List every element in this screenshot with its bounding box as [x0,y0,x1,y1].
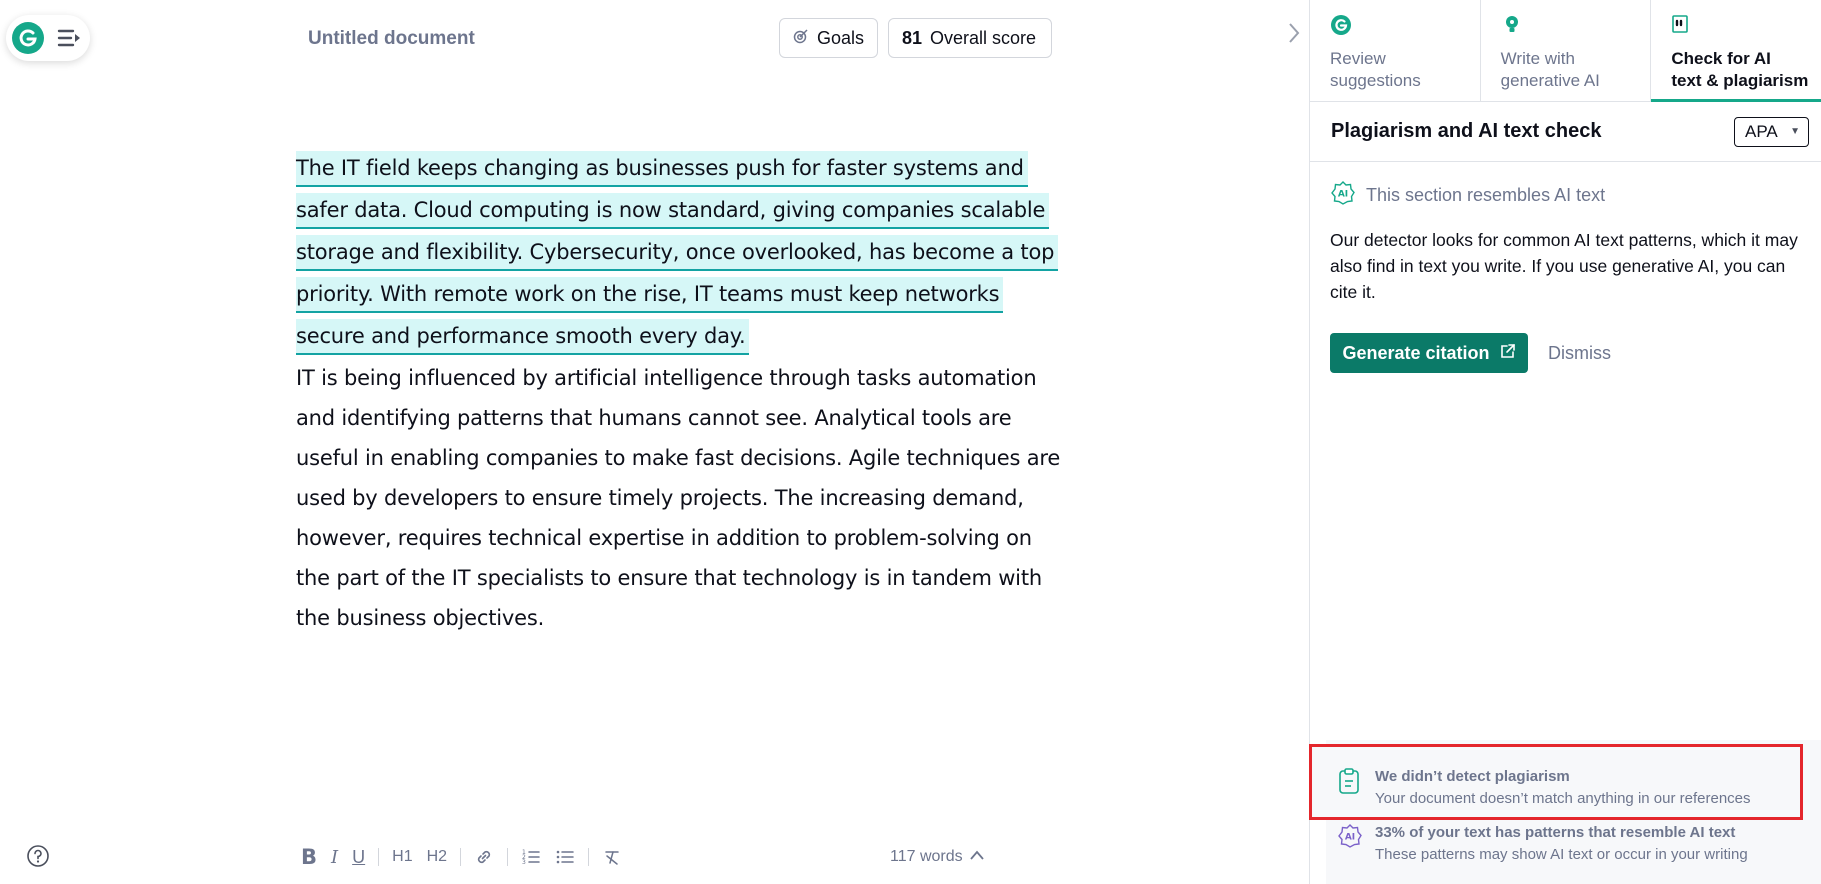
tab-label-line1: Write with [1500,49,1575,68]
ai-result-subtitle: These patterns may show AI text or occur… [1375,846,1748,863]
svg-text:AI: AI [1338,190,1348,200]
generate-citation-label: Generate citation [1342,342,1490,363]
heading2-button[interactable]: H2 [420,844,454,870]
external-link-icon [1500,343,1516,364]
paragraph-line: however, requires technical expertise in… [296,526,1032,550]
tab-label-line1: Review [1330,49,1386,68]
underline-button[interactable]: U [345,844,372,870]
goals-button[interactable]: Goals [779,18,878,58]
svg-text:AI: AI [1345,833,1355,843]
highlighted-line: safer data. Cloud computing is now stand… [296,193,1050,229]
ai-score-icon: AI [1337,823,1363,849]
paragraph-line: the business objectives. [296,606,545,630]
paragraph-line: and identifying patterns that humans can… [296,406,1012,430]
toolbar-divider [588,848,590,866]
goals-label: Goals [817,27,865,48]
toolbar-divider [460,848,462,866]
paragraph-line: used by developers to ensure timely proj… [296,486,1024,510]
citation-style-select[interactable]: APA ▼ [1734,116,1809,147]
highlighted-paragraph[interactable]: The IT field keeps changing as businesse… [296,148,1059,358]
score-label: Overall score [930,27,1037,48]
toolbar-divider [507,848,509,866]
bold-button[interactable]: B [294,844,324,870]
lightbulb-icon [1501,14,1651,36]
app-logo-pill[interactable] [6,15,90,61]
highlighted-line: storage and flexibility. Cybersecurity, … [296,235,1059,271]
tab-check-ai-plagiarism[interactable]: Check for AI text & plagiarism [1651,0,1821,102]
paragraph-line: the part of the IT specialists to ensure… [296,566,1042,590]
score-value: 81 [902,27,923,48]
tab-write-with-ai[interactable]: Write with generative AI [1481,0,1652,101]
ai-badge-icon: AI [1330,180,1356,211]
italic-button[interactable]: I [324,844,345,870]
highlighted-line: The IT field keeps changing as businesse… [296,151,1028,187]
panel-header: Plagiarism and AI text check APA ▼ [1310,102,1821,162]
ai-result-title: 33% of your text has patterns that resem… [1375,824,1736,841]
bullet-list-icon[interactable] [548,844,582,870]
highlighted-line: secure and performance smooth every day. [296,319,750,355]
panel-tabs: Review suggestions Write with generative… [1310,0,1821,102]
heading1-button[interactable]: H1 [385,844,419,870]
svg-text:3: 3 [522,859,526,866]
tab-label-line2: text & plagiarism [1671,71,1809,90]
generate-citation-button[interactable]: Generate citation [1330,333,1528,373]
tab-label-line2: generative AI [1500,71,1600,90]
numbered-list-icon[interactable]: 123 [514,844,548,870]
toolbar-divider [378,848,380,866]
clear-formatting-icon[interactable] [595,844,629,870]
paragraph-line: IT is being influenced by artificial int… [296,366,1037,390]
caret-down-icon: ▼ [1790,126,1800,137]
link-icon[interactable] [467,844,501,870]
dismiss-button[interactable]: Dismiss [1548,343,1611,364]
document-editor[interactable]: The IT field keeps changing as businesse… [296,148,1061,638]
body-paragraph[interactable]: IT is being influenced by artificial int… [296,358,1061,638]
tab-label-line1: Check for AI [1671,49,1771,68]
plagiarism-result-subtitle: Your document doesn’t match anything in … [1375,790,1751,807]
grammarly-icon [1330,14,1480,36]
help-icon[interactable] [26,844,50,868]
document-title[interactable]: Untitled document [308,28,475,50]
formatting-toolbar: B I U H1 H2 123 [294,844,629,870]
word-count-label: 117 words [890,848,963,865]
ai-section-note: AI This section resembles AI text [1330,180,1605,211]
chevron-up-icon [969,848,985,866]
panel-title: Plagiarism and AI text check [1331,120,1602,142]
grammarly-logo-icon[interactable] [12,22,44,54]
ai-section-note-text: This section resembles AI text [1366,185,1606,205]
citation-style-value: APA [1745,121,1778,141]
menu-icon[interactable] [56,25,82,51]
tab-label-line2: suggestions [1330,71,1421,90]
plagiarism-result-title: We didn’t detect plagiarism [1375,768,1570,785]
overall-score-button[interactable]: 81 Overall score [888,18,1052,58]
quote-icon [1671,14,1821,36]
target-icon [793,28,809,49]
chevron-right-icon[interactable] [1284,18,1304,48]
clipboard-icon [1337,767,1361,795]
tab-review-suggestions[interactable]: Review suggestions [1310,0,1481,101]
paragraph-line: useful in enabling companies to make fas… [296,446,1061,470]
word-count-toggle[interactable]: 117 words [890,848,985,866]
detector-description: Our detector looks for common AI text pa… [1330,230,1798,302]
highlighted-line: priority. With remote work on the rise, … [296,277,1004,313]
